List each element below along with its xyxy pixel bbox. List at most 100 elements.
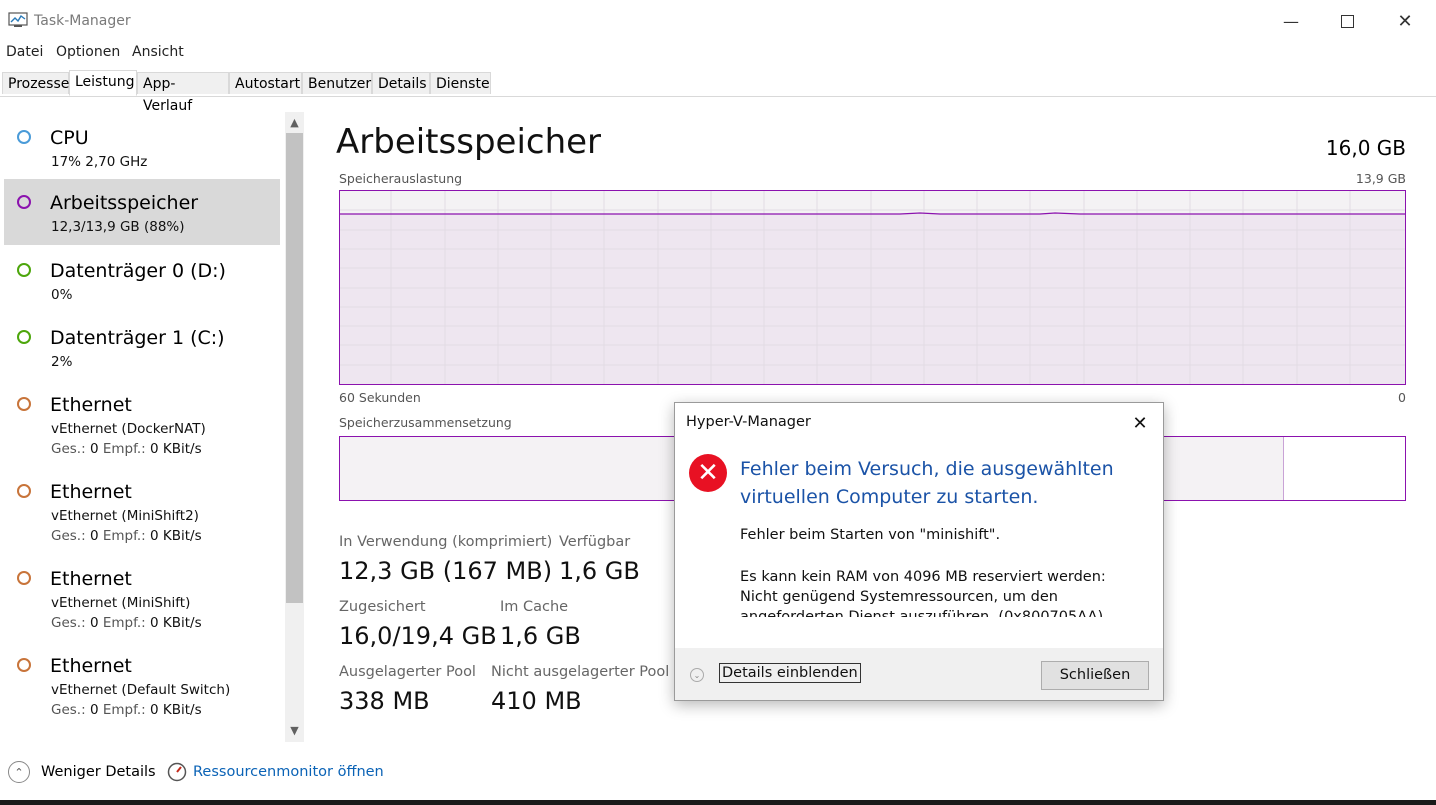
error-detail-message: Es kann kein RAM von 4096 MB reserviert …: [740, 569, 1106, 617]
scroll-up-arrow-icon[interactable]: ▲: [285, 114, 304, 132]
show-details-button[interactable]: Details einblenden: [719, 663, 861, 683]
close-icon: ✕: [1132, 412, 1148, 434]
tab-bar: Prozesse Leistung App-Verlauf Autostart …: [0, 70, 1436, 114]
error-icon: ✕: [689, 454, 727, 492]
menu-datei[interactable]: Datei: [6, 44, 43, 60]
available-value: 1,6 GB: [559, 557, 640, 585]
dialog-footer: ⌄ Details einblenden Schließen: [675, 648, 1163, 700]
usage-fill: [340, 214, 1405, 384]
sidebar-scroll-thumb[interactable]: [286, 133, 303, 603]
sidebar-item-ethernet-default-switch[interactable]: Ethernet vEthernet (Default Switch) Ges.…: [4, 642, 280, 728]
resource-monitor-icon: [167, 762, 187, 782]
cached-value: 1,6 GB: [500, 622, 581, 650]
usage-max: 13,9 GB: [1355, 171, 1406, 186]
resource-monitor-link[interactable]: Ressourcenmonitor öffnen: [193, 764, 384, 780]
ethernet-indicator-icon: [17, 397, 31, 411]
memory-indicator-icon: [17, 195, 31, 209]
sidebar-item-detail: vEthernet (Default Switch): [51, 682, 231, 698]
sidebar-item-detail: 17% 2,70 GHz: [51, 154, 148, 170]
memory-usage-graph: [339, 190, 1406, 385]
sidebar-item-label: Ethernet: [50, 394, 132, 416]
sidebar-item-disk-0[interactable]: Datenträger 0 (D:) 0%: [4, 247, 280, 313]
taskbar-strip: [0, 800, 1436, 805]
tab-autostart[interactable]: Autostart: [229, 72, 302, 94]
usage-line: [340, 212, 1405, 215]
sidebar-item-detail: vEthernet (DockerNAT): [51, 421, 206, 437]
sidebar-item-label: Arbeitsspeicher: [50, 192, 199, 214]
disk-indicator-icon: [17, 330, 31, 344]
error-dialog: Hyper-V-Manager ✕ ✕ Fehler beim Versuch,…: [674, 402, 1164, 701]
sidebar-item-disk-1[interactable]: Datenträger 1 (C:) 2%: [4, 314, 280, 380]
usage-label: Speicherauslastung: [339, 171, 463, 186]
dialog-close-button[interactable]: ✕: [1123, 409, 1157, 437]
page-title: Arbeitsspeicher: [336, 122, 602, 162]
error-headline: Fehler beim Versuch, die ausgewählten vi…: [740, 458, 1114, 508]
time-axis-start: 60 Sekunden: [339, 390, 421, 405]
sidebar-item-memory[interactable]: Arbeitsspeicher 12,3/13,9 GB (88%): [4, 179, 280, 245]
sidebar-item-detail: 0%: [51, 287, 73, 303]
title-bar: Task-Manager — ✕: [0, 0, 1436, 42]
sidebar-item-ethernet-dockernat[interactable]: Ethernet vEthernet (DockerNAT) Ges.: 0 E…: [4, 381, 280, 467]
sidebar-item-cpu[interactable]: CPU 17% 2,70 GHz: [4, 114, 280, 180]
error-message: Fehler beim Starten von "minishift".: [740, 527, 1001, 543]
nonpaged-pool-value: 410 MB: [491, 687, 582, 715]
time-axis-end: 0: [1398, 390, 1406, 405]
menu-optionen[interactable]: Optionen: [56, 44, 120, 60]
close-window-button[interactable]: ✕: [1376, 0, 1434, 42]
memory-total: 16,0 GB: [1325, 136, 1406, 160]
task-manager-icon: [8, 12, 28, 27]
committed-value: 16,0/19,4 GB: [339, 622, 497, 650]
tab-details[interactable]: Details: [372, 72, 430, 94]
scroll-down-arrow-icon[interactable]: ▼: [285, 722, 304, 740]
less-details-link[interactable]: Weniger Details: [41, 764, 156, 780]
sidebar-item-detail: 12,3/13,9 GB (88%): [51, 219, 185, 235]
menu-ansicht[interactable]: Ansicht: [132, 44, 184, 60]
sidebar-item-ethernet-minishift[interactable]: Ethernet vEthernet (MiniShift) Ges.: 0 E…: [4, 555, 280, 641]
minimize-icon: —: [1283, 11, 1299, 31]
maximize-icon: [1340, 14, 1354, 28]
ethernet-indicator-icon: [17, 571, 31, 585]
tab-dienste[interactable]: Dienste: [430, 72, 491, 94]
ethernet-indicator-icon: [17, 484, 31, 498]
dialog-title: Hyper-V-Manager: [686, 414, 811, 430]
footer: ⌃ Weniger Details Ressourcenmonitor öffn…: [0, 752, 1436, 792]
sidebar-item-detail: vEthernet (MiniShift2): [51, 508, 199, 524]
committed-label: Zugesichert: [339, 599, 426, 615]
sidebar-item-throughput: Ges.: 0 Empf.: 0 KBit/s: [51, 528, 202, 544]
available-label: Verfügbar: [559, 534, 631, 550]
sidebar-item-detail: vEthernet (MiniShift): [51, 595, 191, 611]
maximize-button[interactable]: [1318, 0, 1376, 42]
window-title: Task-Manager: [34, 13, 131, 29]
minimize-button[interactable]: —: [1262, 0, 1320, 42]
cpu-indicator-icon: [17, 130, 31, 144]
composition-label: Speicherzusammensetzung: [339, 415, 512, 430]
paged-pool-label: Ausgelagerter Pool: [339, 664, 476, 680]
close-icon: ✕: [1397, 10, 1413, 32]
sidebar-item-label: Ethernet: [50, 568, 132, 590]
cached-label: Im Cache: [500, 599, 569, 615]
performance-sidebar: CPU 17% 2,70 GHz Arbeitsspeicher 12,3/13…: [0, 108, 306, 744]
sidebar-item-label: Ethernet: [50, 481, 132, 503]
paged-pool-value: 338 MB: [339, 687, 430, 715]
disk-indicator-icon: [17, 263, 31, 277]
chevron-down-icon[interactable]: ⌄: [690, 668, 704, 682]
in-use-label: In Verwendung (komprimiert): [339, 534, 553, 550]
nonpaged-pool-label: Nicht ausgelagerter Pool: [491, 664, 670, 680]
usage-graph-svg: [340, 191, 1405, 384]
sidebar-item-label: CPU: [50, 127, 89, 149]
tab-leistung[interactable]: Leistung: [69, 70, 137, 96]
dialog-close-action-button[interactable]: Schließen: [1041, 661, 1149, 690]
sidebar-item-label: Ethernet: [50, 655, 132, 677]
sidebar-item-throughput: Ges.: 0 Empf.: 0 KBit/s: [51, 615, 202, 631]
tab-app-verlauf[interactable]: App-Verlauf: [137, 72, 229, 114]
tab-prozesse[interactable]: Prozesse: [2, 72, 69, 94]
ethernet-indicator-icon: [17, 658, 31, 672]
sidebar-item-ethernet-minishift2[interactable]: Ethernet vEthernet (MiniShift2) Ges.: 0 …: [4, 468, 280, 554]
sidebar-item-throughput: Ges.: 0 Empf.: 0 KBit/s: [51, 702, 202, 718]
composition-free-segment: [1284, 437, 1405, 500]
in-use-value: 12,3 GB (167 MB): [339, 557, 553, 585]
tab-benutzer[interactable]: Benutzer: [302, 72, 372, 94]
sidebar-item-label: Datenträger 1 (C:): [50, 327, 225, 349]
sidebar-item-detail: 2%: [51, 354, 73, 370]
chevron-up-icon[interactable]: ⌃: [8, 761, 30, 783]
